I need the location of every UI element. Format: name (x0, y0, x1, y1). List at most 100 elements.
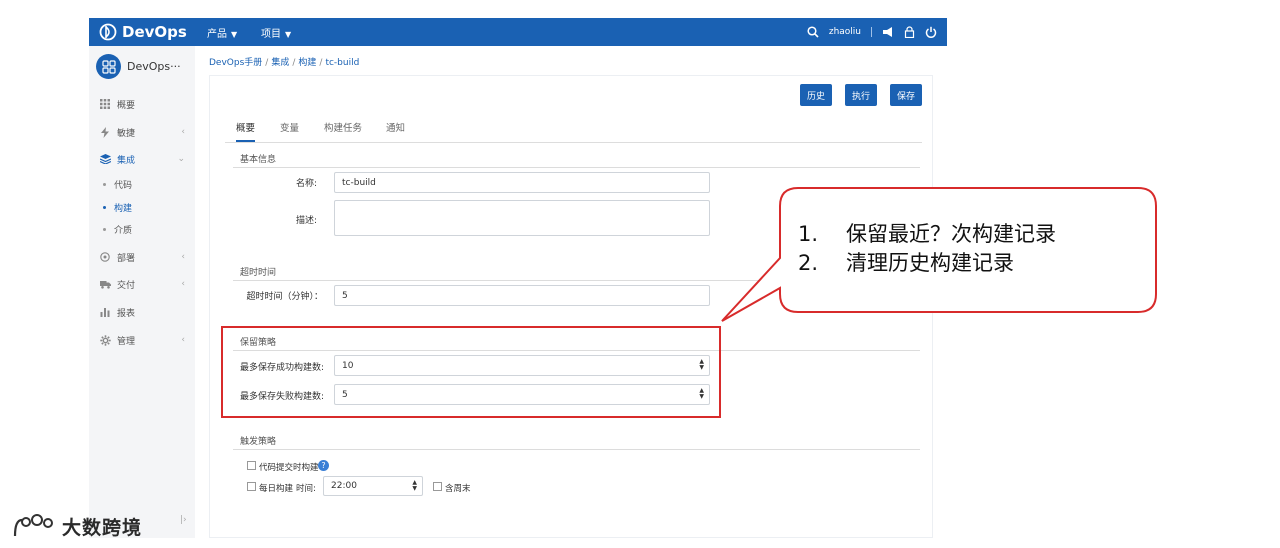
search-icon[interactable] (807, 26, 819, 38)
sidebar-item-integration[interactable]: 集成 ⌄ (99, 151, 191, 167)
megaphone-icon[interactable] (882, 26, 894, 38)
topbar-right: zhaoliu (807, 18, 937, 46)
sidebar-subitem-build[interactable]: 构建 (103, 200, 132, 214)
sidebar-item-reports[interactable]: 报表 (99, 304, 191, 320)
daily-time-value: 22:00 (331, 481, 357, 491)
name-input[interactable]: tc-build (334, 172, 710, 193)
breadcrumb-separator: / (319, 58, 323, 68)
breadcrumb-separator: / (292, 58, 296, 68)
sidebar-item-label: 概要 (117, 100, 136, 111)
description-textarea[interactable] (334, 200, 710, 236)
sidebar-item-delivery[interactable]: 交付 ‹ (99, 276, 191, 292)
chevron-down-icon: ⌄ (177, 154, 185, 164)
user-name[interactable]: zhaoliu (829, 27, 861, 37)
bullet (103, 205, 106, 209)
commit-build-checkbox[interactable] (247, 461, 256, 470)
sidebar-subitem-code[interactable]: 代码 (103, 177, 132, 191)
sidebar-subitem-label: 构建 (114, 203, 133, 214)
nav-products[interactable]: 产品 ▼ (207, 25, 237, 40)
sidebar-item-label: 部署 (117, 253, 136, 264)
callout-line: 2. 清理历史构建记录 (798, 249, 1056, 278)
project-name: DevOps··· (127, 60, 181, 73)
project-switcher[interactable]: DevOps··· (96, 54, 181, 79)
nav-products-label: 产品 (207, 29, 227, 40)
save-button[interactable]: 保存 (890, 84, 923, 106)
corner-logo-text: 大数跨境 (62, 517, 143, 539)
layers-icon (99, 153, 111, 165)
tab-notifications[interactable]: 通知 (386, 120, 405, 142)
daily-build-label: 每日构建 (259, 484, 294, 494)
brand-logo-icon (13, 513, 53, 536)
sidebar-item-agile[interactable]: 敏捷 ‹ (99, 124, 191, 140)
truck-icon (99, 278, 111, 290)
description-label: 描述: (295, 216, 317, 226)
chevron-left-icon: ‹ (181, 252, 185, 262)
lock-icon[interactable] (904, 26, 915, 38)
timeout-input[interactable]: 5 (334, 285, 710, 306)
callout-text: 1. 保留最近？次构建记录 2. 清理历史构建记录 (798, 220, 1056, 278)
sidebar-item-admin[interactable]: 管理 ‹ (99, 332, 191, 348)
sidebar-item-deploy[interactable]: 部署 ‹ (99, 249, 191, 265)
history-button[interactable]: 历史 (800, 84, 833, 106)
sidebar-subitem-label: 代码 (114, 180, 133, 191)
weekend-checkbox[interactable] (433, 482, 442, 491)
callout-number: 2. (798, 251, 819, 275)
chevron-left-icon: ‹ (181, 279, 185, 289)
breadcrumb-item[interactable]: 构建 (298, 58, 316, 68)
collapse-sidebar-icon[interactable]: |› (180, 515, 187, 525)
corner-logo: 大数跨境 (12, 513, 142, 540)
sidebar-item-label: 敏捷 (117, 128, 136, 139)
section-divider (233, 449, 920, 450)
nav-projects-label: 项目 (261, 29, 281, 40)
daily-build-checkbox[interactable] (247, 482, 256, 491)
spinner-icon[interactable]: ▲ ▼ (412, 480, 417, 492)
breadcrumb-separator: / (265, 58, 269, 68)
grid-icon (99, 98, 111, 110)
chevron-left-icon: ‹ (181, 335, 185, 345)
tab-variables[interactable]: 变量 (280, 120, 299, 142)
app-logo-text: DevOps (122, 23, 187, 41)
name-label: 名称: (295, 179, 317, 189)
section-divider (233, 167, 920, 168)
nav-projects[interactable]: 项目 ▼ (261, 25, 291, 40)
bar-chart-icon (99, 306, 111, 318)
bullet (103, 182, 106, 186)
section-title-basic: 基本信息 (240, 155, 277, 165)
breadcrumb-item[interactable]: 集成 (271, 58, 289, 68)
tab-overview[interactable]: 概要 (236, 120, 256, 142)
tab-build-tasks[interactable]: 构建任务 (324, 120, 362, 142)
screenshot: DevOps 产品 ▼ 项目 ▼ zhaoliu DevOps··· 概要 敏捷 ‹ (0, 0, 1280, 548)
sidebar-item-label: 管理 (117, 336, 136, 347)
weekend-label: 含周末 (445, 484, 471, 494)
devops-logo-icon (99, 23, 117, 41)
power-icon[interactable] (925, 26, 937, 38)
callout-line-text: 清理历史构建记录 (846, 251, 1014, 275)
sidebar-subitem-artifact[interactable]: 介质 (103, 222, 132, 236)
sidebar-item-label: 交付 (117, 280, 136, 291)
project-avatar (96, 54, 121, 79)
callout-number: 1. (798, 222, 819, 246)
top-navbar: DevOps 产品 ▼ 项目 ▼ zhaoliu (89, 18, 947, 46)
gear-icon (99, 334, 111, 346)
commit-build-label: 代码提交时构建 (259, 463, 319, 473)
callout-line: 1. 保留最近？次构建记录 (798, 220, 1056, 249)
run-button[interactable]: 执行 (845, 84, 878, 106)
section-title-trigger: 触发策略 (240, 437, 277, 447)
app-logo[interactable]: DevOps (99, 22, 187, 42)
help-icon[interactable]: ? (318, 460, 329, 471)
breadcrumb-item[interactable]: DevOps手册 (209, 58, 262, 68)
caret-down-icon: ▼ (285, 30, 292, 39)
sidebar: DevOps··· (89, 46, 195, 538)
target-icon (99, 251, 111, 263)
sidebar-item-overview[interactable]: 概要 (99, 96, 191, 112)
section-title-timeout: 超时时间 (240, 268, 277, 278)
sidebar-item-label: 报表 (117, 308, 136, 319)
apps-icon (101, 59, 116, 74)
breadcrumb-current: tc-build (325, 58, 360, 68)
daily-time-input[interactable]: 22:00 ▲ ▼ (323, 476, 423, 496)
bolt-icon (99, 126, 111, 138)
caret-down-icon: ▼ (231, 30, 238, 39)
breadcrumb: DevOps手册 / 集成 / 构建 / tc-build (209, 55, 359, 68)
sidebar-item-label: 集成 (117, 155, 136, 166)
callout-line-text: 保留最近？次构建记录 (846, 222, 1056, 246)
